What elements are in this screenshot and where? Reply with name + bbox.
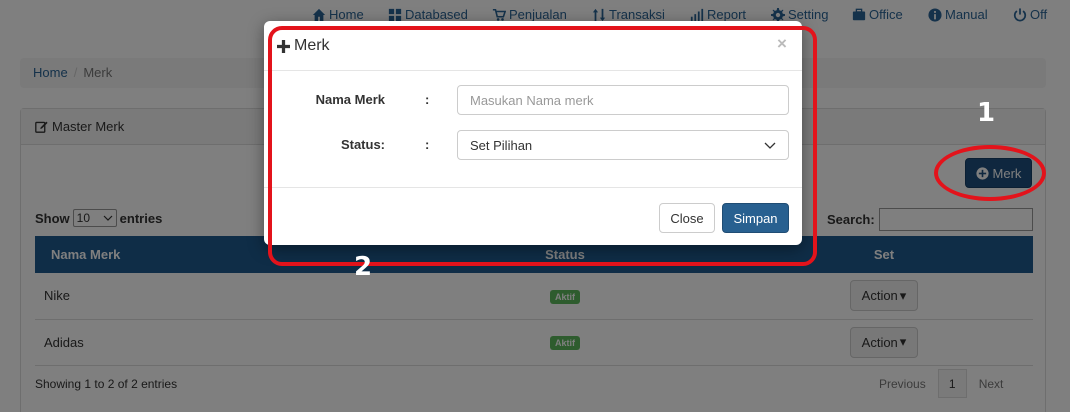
- annotation-label-2: 2: [354, 252, 373, 282]
- annotation-button-highlight: [934, 145, 1046, 201]
- annotation-modal-highlight: [268, 26, 817, 266]
- annotation-label-1: 1: [977, 98, 996, 128]
